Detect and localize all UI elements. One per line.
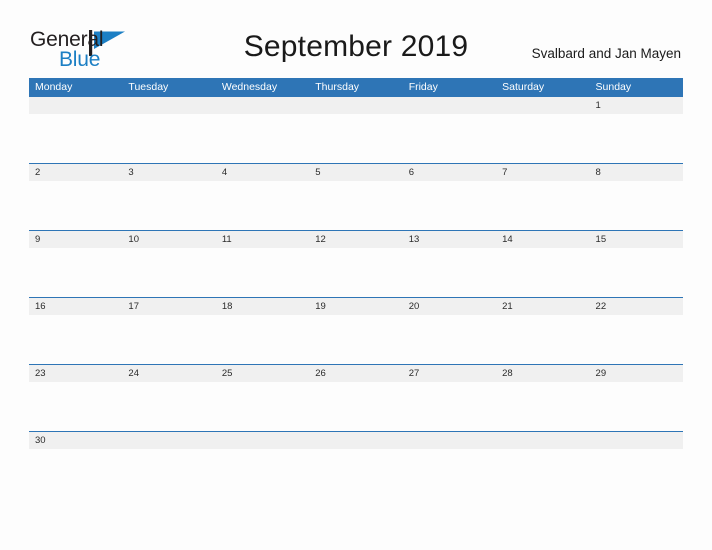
week-row: 16 17 18 19 20 21 22	[29, 297, 683, 364]
day-cell[interactable]	[29, 97, 122, 114]
calendar-grid: Monday Tuesday Wednesday Thursday Friday…	[29, 78, 683, 498]
day-cell[interactable]: 12	[309, 231, 402, 248]
day-cell[interactable]	[309, 432, 402, 449]
week-row: 2 3 4 5 6 7 8	[29, 163, 683, 230]
day-cell[interactable]	[122, 432, 215, 449]
day-cell[interactable]: 5	[309, 164, 402, 181]
week-row: 23 24 25 26 27 28 29	[29, 364, 683, 431]
day-cell[interactable]: 26	[309, 365, 402, 382]
day-cell[interactable]: 22	[590, 298, 683, 315]
day-cell[interactable]	[216, 97, 309, 114]
weekday-header-row: Monday Tuesday Wednesday Thursday Friday…	[29, 78, 683, 96]
day-cell[interactable]: 14	[496, 231, 589, 248]
day-cell[interactable]: 17	[122, 298, 215, 315]
day-cell[interactable]: 30	[29, 432, 122, 449]
day-cell[interactable]: 27	[403, 365, 496, 382]
day-cell[interactable]: 29	[590, 365, 683, 382]
day-cell[interactable]: 13	[403, 231, 496, 248]
day-cell[interactable]: 25	[216, 365, 309, 382]
day-cell[interactable]: 19	[309, 298, 402, 315]
day-cell[interactable]: 1	[590, 97, 683, 114]
day-cell[interactable]	[403, 97, 496, 114]
weekday-header-tuesday: Tuesday	[128, 81, 169, 93]
date-band: 2 3 4 5 6 7 8	[29, 164, 683, 181]
day-cell[interactable]: 28	[496, 365, 589, 382]
day-cell[interactable]: 18	[216, 298, 309, 315]
calendar-page: General Blue September 2019 Svalbard and…	[0, 0, 712, 550]
weekday-header-sunday: Sunday	[595, 81, 632, 93]
day-cell[interactable]: 7	[496, 164, 589, 181]
page-header: General Blue September 2019 Svalbard and…	[0, 0, 712, 78]
weekday-header-friday: Friday	[408, 81, 438, 93]
day-cell[interactable]: 2	[29, 164, 122, 181]
day-cell[interactable]	[122, 97, 215, 114]
day-cell[interactable]: 10	[122, 231, 215, 248]
weekday-header-wednesday: Wednesday	[221, 81, 278, 93]
week-row: 30	[29, 431, 683, 498]
date-band: 9 10 11 12 13 14 15	[29, 231, 683, 248]
date-band: 23 24 25 26 27 28 29	[29, 365, 683, 382]
region-label: Svalbard and Jan Mayen	[531, 46, 681, 61]
day-cell[interactable]	[309, 97, 402, 114]
day-cell[interactable]: 8	[590, 164, 683, 181]
date-band: 16 17 18 19 20 21 22	[29, 298, 683, 315]
week-row: 9 10 11 12 13 14 15	[29, 230, 683, 297]
day-cell[interactable]: 11	[216, 231, 309, 248]
day-cell[interactable]	[496, 97, 589, 114]
day-cell[interactable]: 16	[29, 298, 122, 315]
day-cell[interactable]	[216, 432, 309, 449]
day-cell[interactable]: 20	[403, 298, 496, 315]
day-cell[interactable]: 15	[590, 231, 683, 248]
day-cell[interactable]	[590, 432, 683, 449]
day-cell[interactable]: 9	[29, 231, 122, 248]
day-cell[interactable]: 4	[216, 164, 309, 181]
date-band: 1	[29, 97, 683, 114]
day-cell[interactable]: 21	[496, 298, 589, 315]
weekday-header-monday: Monday	[35, 81, 73, 93]
day-cell[interactable]: 6	[403, 164, 496, 181]
day-cell[interactable]	[496, 432, 589, 449]
week-row: 1	[29, 96, 683, 163]
day-cell[interactable]: 3	[122, 164, 215, 181]
day-cell[interactable]: 24	[122, 365, 215, 382]
day-cell[interactable]	[403, 432, 496, 449]
day-cell[interactable]: 23	[29, 365, 122, 382]
weekday-header-saturday: Saturday	[502, 81, 545, 93]
weekday-header-thursday: Thursday	[315, 81, 360, 93]
date-band: 30	[29, 432, 683, 449]
